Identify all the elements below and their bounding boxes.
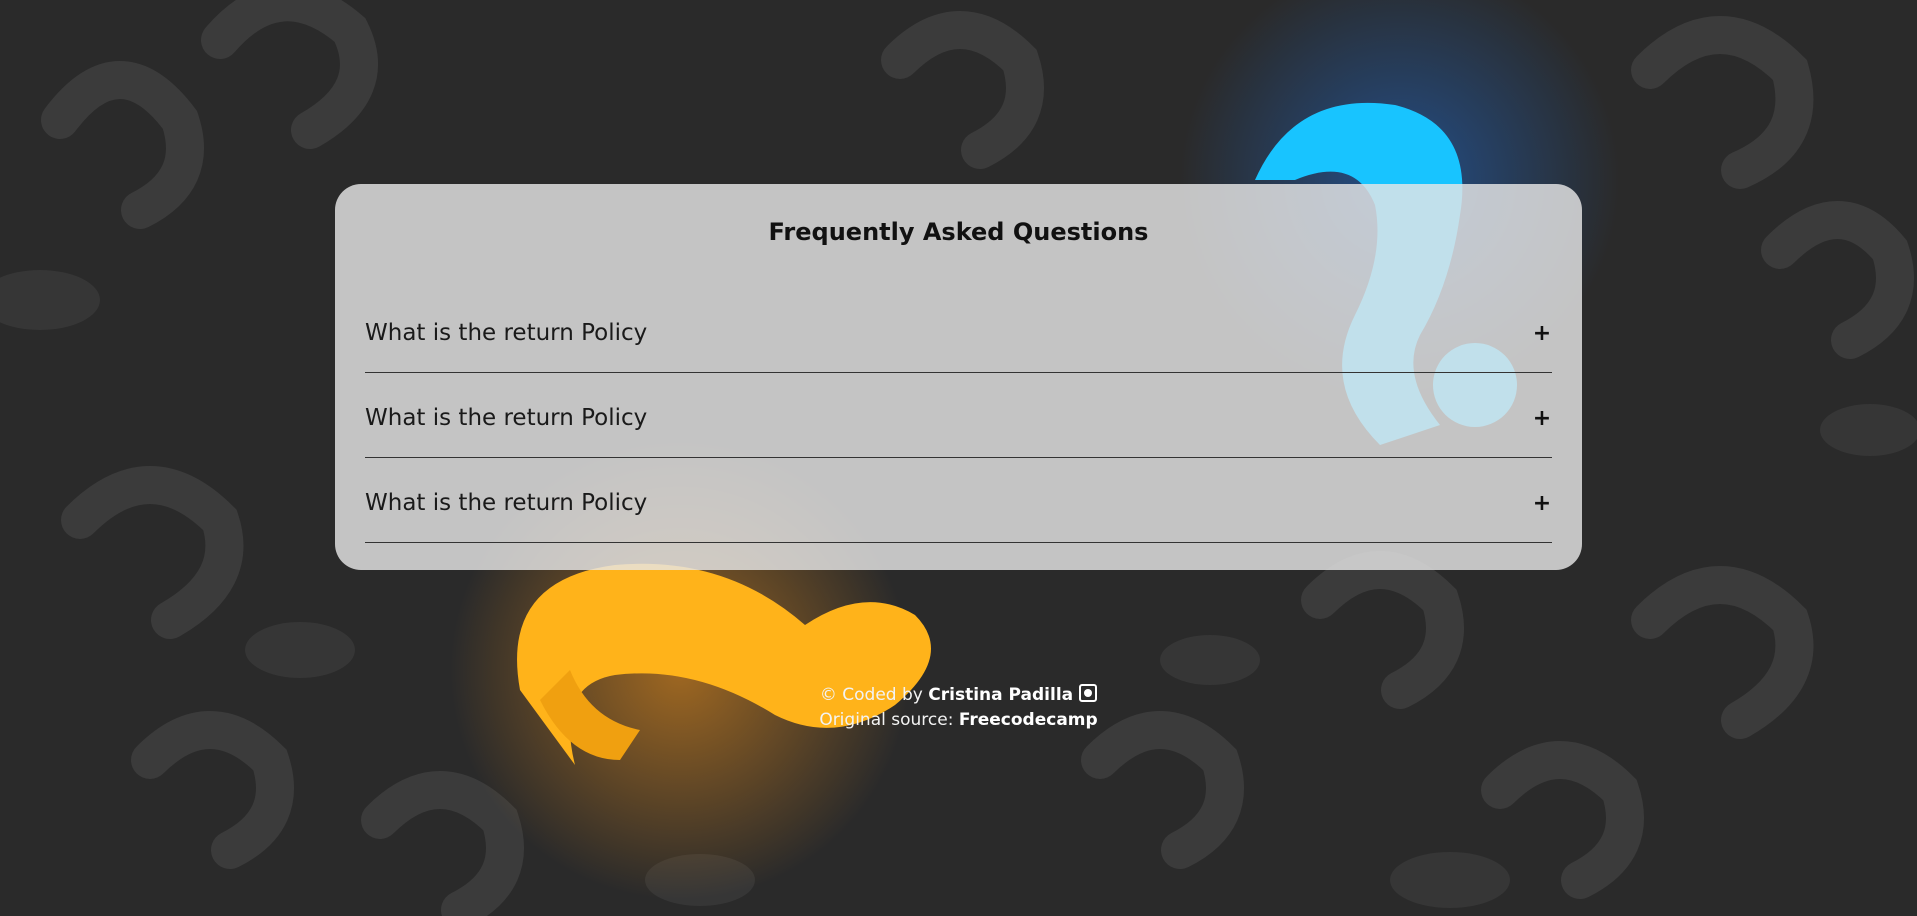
source-label: Original source: (819, 710, 954, 730)
faq-item[interactable]: What is the return Policy + (365, 373, 1552, 458)
footer-source-line: Original source: Freecodecamp (0, 708, 1917, 733)
page-title: Frequently Asked Questions (768, 218, 1149, 246)
plus-icon[interactable]: + (1532, 406, 1552, 431)
faq-item[interactable]: What is the return Policy + (365, 458, 1552, 543)
faq-card: Frequently Asked Questions What is the r… (335, 184, 1582, 570)
faq-item[interactable]: What is the return Policy + (365, 288, 1552, 373)
faq-question: What is the return Policy (365, 490, 648, 516)
faq-question: What is the return Policy (365, 320, 648, 346)
github-icon[interactable] (1079, 684, 1098, 702)
source-link[interactable]: Freecodecamp (959, 710, 1098, 730)
plus-icon[interactable]: + (1532, 321, 1552, 346)
coded-by-label: © Coded by (819, 685, 923, 705)
footer-credit-line: © Coded by Cristina Padilla (0, 683, 1917, 708)
author-link[interactable]: Cristina Padilla (928, 685, 1073, 705)
footer: © Coded by Cristina Padilla Original sou… (0, 683, 1917, 733)
faq-question: What is the return Policy (365, 405, 648, 431)
plus-icon[interactable]: + (1532, 491, 1552, 516)
faq-list: What is the return Policy + What is the … (365, 288, 1552, 543)
